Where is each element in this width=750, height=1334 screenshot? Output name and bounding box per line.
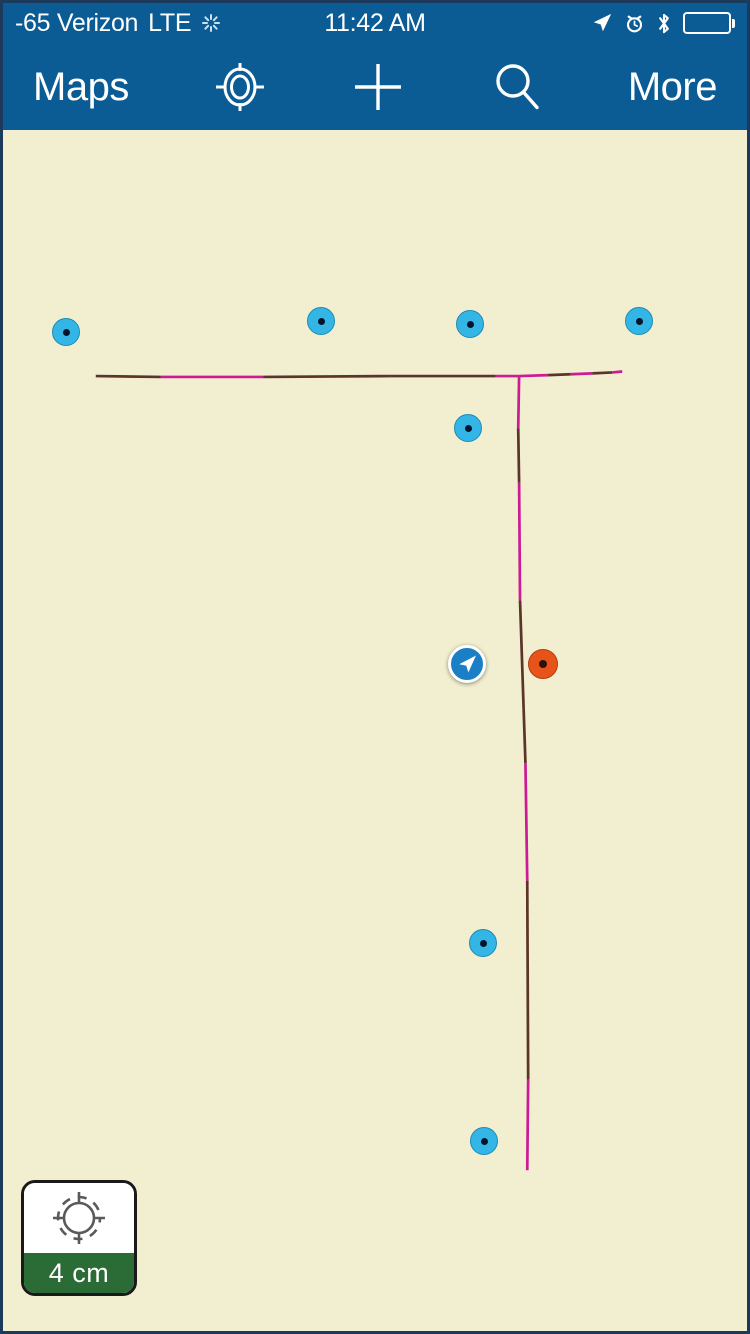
horizontal-track-segment [612,370,623,374]
user-location-marker[interactable] [448,645,486,683]
clock-time: 11:42 AM [324,8,426,37]
waypoint-marker[interactable] [307,307,335,335]
horizontal-track-segment [570,371,593,376]
carrier-signal-text: -65 Verizon [15,8,139,37]
app-screen: -65 Verizon LTE 11:42 AM Maps More 4 cm [0,0,750,1334]
vertical-track-segment [517,482,522,601]
waypoint-marker[interactable] [454,414,482,442]
network-type-label: LTE [148,8,192,37]
location-arrow-icon [593,13,611,32]
scale-distance-label: 4 cm [24,1253,134,1293]
status-bar-right [591,12,735,35]
plus-icon [355,63,402,110]
bluetooth-icon [658,13,669,33]
scale-icon-area [24,1183,134,1253]
waypoint-marker[interactable] [470,1127,498,1155]
vertical-track-segment [522,708,527,764]
horizontal-track-segment [592,371,613,375]
horizontal-track-segment [95,374,161,379]
more-button[interactable]: More [628,67,718,107]
crosshair-target-icon [53,1192,105,1244]
vertical-track-segment [525,880,530,1080]
page-title: Maps [33,64,129,109]
vertical-track-segment [518,600,525,709]
alarm-clock-icon [626,15,642,32]
navigation-arrow-icon [459,655,476,673]
battery-icon [682,12,735,34]
waypoint-marker[interactable] [469,929,497,957]
horizontal-track-segment [263,374,392,379]
map-canvas[interactable]: 4 cm [3,130,747,1331]
track-polylines [95,370,623,1171]
add-waypoint-button[interactable] [350,59,406,115]
vertical-track-segment [524,763,529,881]
vertical-track-segment [525,1079,530,1171]
waypoint-marker[interactable] [625,307,653,335]
waypoint-marker[interactable] [456,310,484,338]
gps-locate-button[interactable] [212,59,268,115]
selected-point-marker[interactable] [528,649,558,679]
waypoint-marker[interactable] [52,318,80,346]
vertical-track-segment [516,376,521,429]
navigation-bar: Maps More [3,43,747,130]
status-bar-left: -65 Verizon LTE [15,9,221,38]
status-bar: -65 Verizon LTE 11:42 AM [3,3,747,43]
search-button[interactable] [489,59,545,115]
vertical-track-segment [516,428,521,483]
horizontal-track-segment [519,373,549,378]
search-icon [496,63,539,109]
horizontal-track-segment [548,372,571,377]
map-scale-widget[interactable]: 4 cm [21,1180,137,1296]
network-activity-spinner-icon [201,13,221,33]
gps-locate-icon [215,62,264,111]
